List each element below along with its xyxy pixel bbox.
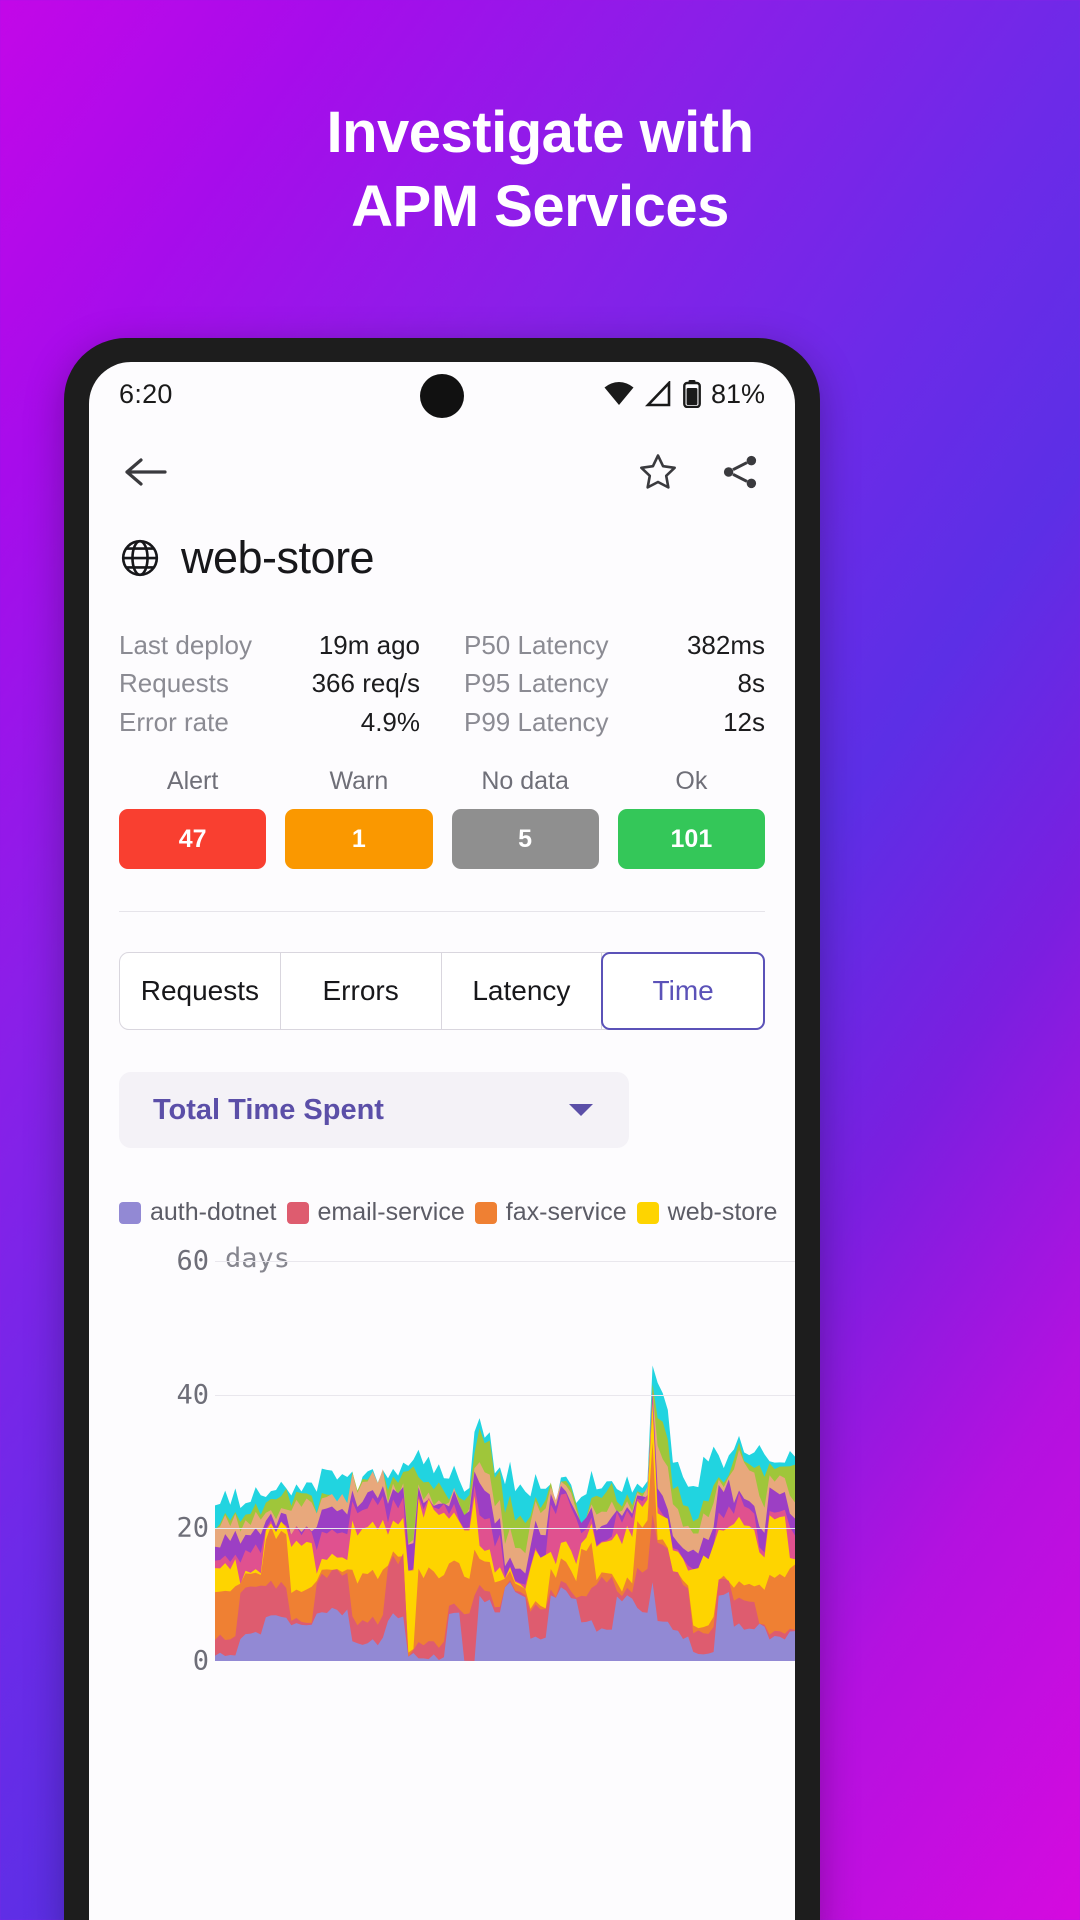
globe-icon bbox=[119, 537, 161, 579]
legend-swatch bbox=[286, 1201, 309, 1224]
metrics-column-right: P50 Latency 382ms P95 Latency 8s P99 Lat… bbox=[442, 626, 765, 741]
legend-label: web-store bbox=[667, 1198, 778, 1227]
phone-frame: 6:20 81% web-store Last deploy 19m ago R… bbox=[64, 338, 820, 1920]
metrics-grid: Last deploy 19m ago Requests 366 req/s E… bbox=[89, 584, 795, 741]
metric-value: 382ms bbox=[686, 630, 765, 660]
star-outline-icon[interactable] bbox=[631, 445, 685, 499]
metric-row: P95 Latency 8s bbox=[442, 664, 765, 702]
metric-value: 4.9% bbox=[360, 706, 420, 737]
camera-punch-hole bbox=[420, 374, 464, 418]
legend-swatch bbox=[636, 1201, 659, 1224]
metric-select-dropdown[interactable]: Total Time Spent bbox=[119, 1072, 629, 1149]
phone-screen: 6:20 81% web-store Last deploy 19m ago R… bbox=[89, 362, 795, 1920]
status-bar-time: 6:20 bbox=[119, 378, 173, 409]
metric-row: Error rate 4.9% bbox=[119, 703, 442, 741]
status-badge: 101 bbox=[617, 809, 765, 870]
app-bar bbox=[89, 426, 795, 518]
chart-y-tick: 40 bbox=[176, 1379, 209, 1411]
metric-value: 19m ago bbox=[318, 630, 420, 660]
chart-plot-area bbox=[215, 1261, 795, 1662]
chart-y-tick: 20 bbox=[176, 1512, 209, 1544]
chart-gridline bbox=[215, 1394, 795, 1396]
legend-item[interactable]: email-service bbox=[286, 1198, 465, 1227]
cellular-signal-icon bbox=[644, 381, 673, 407]
status-badge: 5 bbox=[451, 809, 599, 870]
metric-value: 12s bbox=[723, 706, 765, 737]
status-pill-label: Warn bbox=[329, 767, 389, 796]
metric-label: P95 Latency bbox=[464, 668, 609, 699]
metric-label: Last deploy bbox=[119, 630, 252, 660]
page-title: web-store bbox=[181, 532, 375, 583]
battery-icon bbox=[683, 380, 701, 408]
back-arrow-icon[interactable] bbox=[117, 448, 173, 496]
legend-item[interactable]: fax-service bbox=[474, 1198, 627, 1227]
metric-label: P50 Latency bbox=[464, 630, 609, 660]
chart-gridline bbox=[215, 1528, 795, 1530]
chart-legend: auth-dotnet email-service fax-service we… bbox=[89, 1148, 795, 1227]
metric-label: Requests bbox=[119, 668, 229, 699]
status-pills: Alert 47 Warn 1 No data 5 Ok 101 bbox=[89, 741, 795, 870]
wifi-icon bbox=[603, 381, 635, 407]
legend-item[interactable]: web-store bbox=[636, 1198, 778, 1227]
status-pill-no-data[interactable]: No data 5 bbox=[451, 767, 599, 870]
metric-row: P50 Latency 382ms bbox=[442, 626, 765, 664]
section-divider bbox=[119, 911, 765, 913]
status-badge: 47 bbox=[119, 809, 267, 870]
chart-series-area bbox=[215, 1365, 795, 1662]
status-pill-alert[interactable]: Alert 47 bbox=[119, 767, 267, 870]
status-pill-warn[interactable]: Warn 1 bbox=[285, 767, 433, 870]
metric-row: P99 Latency 12s bbox=[442, 703, 765, 741]
status-bar-indicators: 81% bbox=[603, 379, 765, 410]
promo-headline: Investigate with APM Services bbox=[0, 96, 1080, 244]
status-pill-label: No data bbox=[481, 767, 569, 796]
headline-line-1: Investigate with bbox=[326, 100, 754, 165]
chevron-down-icon bbox=[567, 1101, 595, 1119]
chart-gridline bbox=[215, 1261, 795, 1263]
status-pill-label: Alert bbox=[166, 767, 219, 796]
tab-errors[interactable]: Errors bbox=[281, 953, 442, 1030]
legend-item[interactable]: auth-dotnet bbox=[119, 1198, 277, 1227]
chart-y-tick: 60 bbox=[176, 1245, 209, 1277]
metric-label: Error rate bbox=[119, 706, 229, 737]
metric-tabs: Requests Errors Latency Time bbox=[119, 952, 765, 1031]
metric-row: Last deploy 19m ago bbox=[119, 626, 442, 664]
share-icon[interactable] bbox=[713, 445, 767, 499]
tab-time[interactable]: Time bbox=[601, 952, 765, 1031]
legend-label: auth-dotnet bbox=[150, 1198, 277, 1227]
battery-percent-label: 81% bbox=[710, 378, 765, 409]
metric-label: P99 Latency bbox=[464, 706, 609, 737]
status-pill-label: Ok bbox=[675, 767, 708, 796]
status-bar: 6:20 81% bbox=[89, 362, 795, 426]
dropdown-value: Total Time Spent bbox=[153, 1093, 384, 1126]
metric-row: Requests 366 req/s bbox=[119, 664, 442, 702]
metric-value: 366 req/s bbox=[311, 668, 420, 699]
legend-label: email-service bbox=[317, 1198, 465, 1227]
status-pill-ok[interactable]: Ok 101 bbox=[617, 767, 765, 870]
tab-requests[interactable]: Requests bbox=[120, 953, 281, 1030]
headline-line-2: APM Services bbox=[351, 174, 729, 240]
service-title-row: web-store bbox=[89, 518, 795, 584]
metrics-column-left: Last deploy 19m ago Requests 366 req/s E… bbox=[119, 626, 442, 741]
legend-label: fax-service bbox=[505, 1198, 627, 1227]
metric-value: 8s bbox=[737, 668, 765, 699]
stacked-area-chart: 0 20 40 60 days bbox=[89, 1243, 795, 1677]
tab-latency[interactable]: Latency bbox=[442, 953, 603, 1030]
status-badge: 1 bbox=[285, 809, 433, 870]
chart-y-tick: 0 bbox=[192, 1645, 209, 1677]
chart-y-axis: 0 20 40 60 bbox=[89, 1246, 209, 1677]
legend-swatch bbox=[474, 1201, 497, 1224]
legend-swatch bbox=[119, 1201, 141, 1224]
